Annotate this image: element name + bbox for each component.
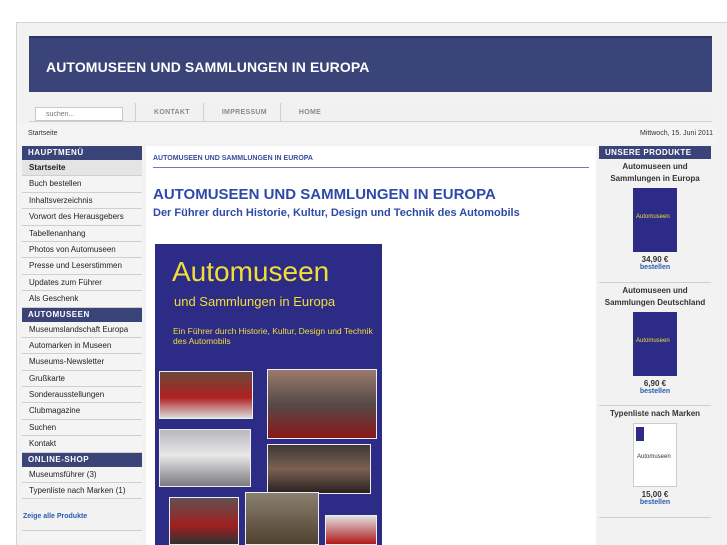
product-cover-image[interactable]: Automuseen	[633, 188, 677, 252]
sidebar-item-clubmagazine[interactable]: Clubmagazine	[22, 403, 142, 420]
cover-photo	[267, 444, 371, 494]
nav-link-home[interactable]: HOME	[279, 103, 334, 122]
sidebar-item-newsletter[interactable]: Museums-Newsletter	[22, 354, 142, 371]
sidebar-item-inhaltsverzeichnis[interactable]: Inhaltsverzeichnis	[22, 192, 142, 210]
shop-item-typenliste[interactable]: Typenliste nach Marken (1)	[22, 482, 142, 499]
nav-link-kontakt[interactable]: KONTAKT	[135, 103, 203, 122]
sidebar-item-suchen[interactable]: Suchen	[22, 419, 142, 437]
order-link[interactable]: bestellen	[599, 388, 711, 395]
cover-title: Automuseen	[172, 256, 330, 287]
product-card: Automuseen und Sammlungen Deutschland Au…	[599, 283, 711, 406]
product-cover-image[interactable]: Automuseen	[633, 312, 677, 376]
sidebar-footer	[22, 529, 142, 542]
right-sidebar: UNSERE PRODUKTE Automuseen und Sammlunge…	[599, 146, 711, 518]
shop-item-museumsfuehrer[interactable]: Museumsführer (3)	[22, 466, 142, 483]
cover-subtitle: und Sammlungen in Europa	[174, 294, 336, 309]
show-all-products-link[interactable]: Zeige alle Produkte	[22, 513, 142, 520]
products-heading: UNSERE PRODUKTE	[599, 146, 711, 159]
site-banner: AUTOMUSEEN UND SAMMLUNGEN IN EUROPA	[29, 36, 712, 92]
product-price: 34,90 €	[641, 255, 669, 264]
top-nav-links: KONTAKT IMPRESSUM HOME	[135, 103, 334, 122]
product-title[interactable]: Typenliste nach Marken	[599, 408, 711, 420]
site-title: AUTOMUSEEN UND SAMMLUNGEN IN EUROPA	[46, 59, 370, 75]
page-title: AUTOMUSEEN UND SAMMLUNGEN IN EUROPA	[153, 186, 496, 203]
product-cover-image[interactable]: Automuseen	[633, 423, 677, 487]
sidebar-item-buch-bestellen[interactable]: Buch bestellen	[22, 176, 142, 193]
page-subtitle: Der Führer durch Historie, Kultur, Desig…	[153, 207, 520, 219]
left-sidebar: HAUPTMENÜ Startseite Buch bestellen Inha…	[22, 146, 142, 542]
sidebar-item-tabellenanhang[interactable]: Tabellenanhang	[22, 225, 142, 242]
content-heading-small: AUTOMUSEEN UND SAMMLUNGEN IN EUROPA	[153, 155, 589, 168]
sidebar-item-updates[interactable]: Updates zum Führer	[22, 274, 142, 292]
cover-photo	[169, 497, 239, 545]
sidebar-item-geschenk[interactable]: Als Geschenk	[22, 291, 142, 308]
search-input[interactable]	[35, 107, 123, 121]
sidebar-item-startseite[interactable]: Startseite	[22, 160, 142, 177]
main-content: AUTOMUSEEN UND SAMMLUNGEN IN EUROPA AUTO…	[146, 146, 596, 545]
product-title[interactable]: Automuseen und Sammlungen in Europa	[599, 161, 711, 185]
cover-photo	[159, 371, 253, 419]
cover-photo	[159, 429, 251, 487]
online-shop-heading: ONLINE-SHOP	[22, 452, 142, 467]
sidebar-item-sonderausstellungen[interactable]: Sonderausstellungen	[22, 387, 142, 404]
cover-photo	[245, 492, 319, 545]
product-price: 6,90 €	[643, 379, 667, 388]
automuseen-heading: AUTOMUSEEN	[22, 307, 142, 322]
nav-link-impressum[interactable]: IMPRESSUM	[202, 103, 280, 122]
cover-photo	[267, 369, 377, 439]
sidebar-item-grusskarte[interactable]: Grußkarte	[22, 370, 142, 388]
product-price: 15,00 €	[641, 490, 669, 499]
sidebar-item-kontakt[interactable]: Kontakt	[22, 436, 142, 453]
sidebar-item-museumslandschaft[interactable]: Museumslandschaft Europa	[22, 321, 142, 338]
order-link[interactable]: bestellen	[599, 499, 711, 506]
cover-photo	[325, 515, 377, 545]
cover-text: Ein Führer durch Historie, Kultur, Desig…	[173, 326, 373, 346]
top-navbar: KONTAKT IMPRESSUM HOME	[29, 103, 712, 122]
order-link[interactable]: bestellen	[599, 264, 711, 271]
sidebar-item-photos[interactable]: Photos von Automuseen	[22, 241, 142, 259]
current-date: Mittwoch, 15. Juni 2011	[639, 130, 713, 137]
book-cover-image: Automuseen und Sammlungen in Europa Ein …	[155, 244, 382, 545]
product-card: Typenliste nach Marken Automuseen 15,00 …	[599, 406, 711, 518]
breadcrumb[interactable]: Startseite	[28, 130, 58, 137]
sidebar-item-presse[interactable]: Presse und Leserstimmen	[22, 258, 142, 275]
product-card: Automuseen und Sammlungen in Europa Auto…	[599, 159, 711, 283]
sidebar-item-vorwort[interactable]: Vorwort des Herausgebers	[22, 209, 142, 226]
main-menu-heading: HAUPTMENÜ	[22, 146, 142, 160]
breadcrumb-bar: Startseite Mittwoch, 15. Juni 2011	[17, 124, 716, 144]
product-title[interactable]: Automuseen und Sammlungen Deutschland	[599, 285, 711, 309]
sidebar-item-automarken[interactable]: Automarken in Museen	[22, 337, 142, 355]
